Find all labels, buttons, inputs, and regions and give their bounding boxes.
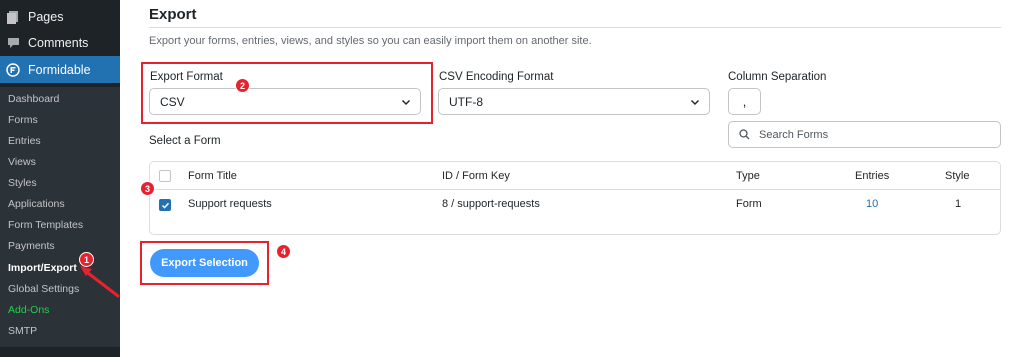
csv-encoding-select[interactable]: UTF-8 bbox=[438, 88, 710, 115]
step-badge-2: 2 bbox=[235, 78, 250, 93]
submenu-item-forms[interactable]: Forms bbox=[8, 114, 38, 126]
row-type: Form bbox=[736, 198, 762, 210]
csv-encoding-value: UTF-8 bbox=[449, 94, 483, 109]
column-header-id-form-key: ID / Form Key bbox=[442, 170, 510, 182]
column-separation-value: , bbox=[742, 94, 747, 109]
column-header-form-title[interactable]: Form Title bbox=[188, 170, 237, 182]
sidebar-item-pages[interactable]: Pages bbox=[0, 4, 120, 30]
pages-icon bbox=[6, 10, 20, 24]
select-form-label: Select a Form bbox=[149, 135, 221, 147]
submenu-item-import-export[interactable]: Import/Export bbox=[8, 262, 77, 274]
row-form-title: Support requests bbox=[188, 198, 272, 210]
admin-sidebar: Pages Comments Formidable Dashboard Form… bbox=[0, 0, 120, 357]
step-badge-3: 3 bbox=[140, 181, 155, 196]
formidable-icon bbox=[6, 62, 20, 77]
column-header-type: Type bbox=[736, 170, 760, 182]
row-form-key: 8 / support-requests bbox=[442, 198, 540, 210]
row-divider bbox=[150, 189, 1000, 190]
submenu-item-applications[interactable]: Applications bbox=[8, 198, 65, 210]
page-title: Export bbox=[149, 6, 197, 23]
submenu-item-dashboard[interactable]: Dashboard bbox=[8, 93, 59, 105]
submenu-item-entries[interactable]: Entries bbox=[8, 135, 41, 147]
select-all-checkbox[interactable] bbox=[159, 170, 171, 182]
comments-icon bbox=[6, 36, 20, 50]
sidebar-item-label: Comments bbox=[28, 36, 89, 50]
csv-encoding-label: CSV Encoding Format bbox=[439, 71, 554, 83]
submenu-item-payments[interactable]: Payments bbox=[8, 240, 55, 252]
search-forms-input[interactable]: Search Forms bbox=[728, 121, 1001, 148]
column-separation-input[interactable]: , bbox=[728, 88, 761, 115]
forms-table: Form Title ID / Form Key Type Entries St… bbox=[149, 161, 1001, 235]
submenu-item-views[interactable]: Views bbox=[8, 156, 36, 168]
chevron-down-icon bbox=[691, 100, 699, 105]
step-badge-4: 4 bbox=[276, 244, 291, 259]
main-content: Export Export your forms, entries, views… bbox=[120, 0, 1024, 357]
submenu-item-add-ons[interactable]: Add-Ons bbox=[8, 304, 49, 316]
row-entries-link[interactable]: 10 bbox=[866, 198, 878, 210]
formidable-submenu: Dashboard Forms Entries Views Styles App… bbox=[0, 87, 120, 347]
checkmark-icon bbox=[161, 202, 169, 209]
submenu-item-styles[interactable]: Styles bbox=[8, 177, 37, 189]
highlight-export-format bbox=[141, 62, 433, 124]
page-description: Export your forms, entries, views, and s… bbox=[149, 35, 592, 47]
search-placeholder: Search Forms bbox=[759, 128, 829, 141]
search-icon bbox=[739, 129, 750, 140]
sidebar-item-label: Pages bbox=[28, 10, 64, 24]
row-style: 1 bbox=[955, 198, 962, 210]
submenu-item-global-settings[interactable]: Global Settings bbox=[8, 283, 79, 295]
sidebar-item-formidable[interactable]: Formidable bbox=[0, 56, 120, 83]
submenu-item-form-templates[interactable]: Form Templates bbox=[8, 219, 83, 231]
annotation-arrow-icon bbox=[80, 266, 120, 298]
highlight-export-button bbox=[140, 241, 269, 285]
sidebar-footer bbox=[0, 347, 120, 357]
submenu-item-smtp[interactable]: SMTP bbox=[8, 325, 37, 337]
column-header-style: Style bbox=[945, 170, 970, 182]
column-separation-label: Column Separation bbox=[728, 71, 827, 83]
sidebar-item-label: Formidable bbox=[28, 62, 91, 77]
column-header-entries: Entries bbox=[855, 170, 890, 182]
sidebar-item-comments[interactable]: Comments bbox=[0, 30, 120, 56]
row-checkbox[interactable] bbox=[159, 199, 171, 211]
divider bbox=[149, 27, 1001, 28]
